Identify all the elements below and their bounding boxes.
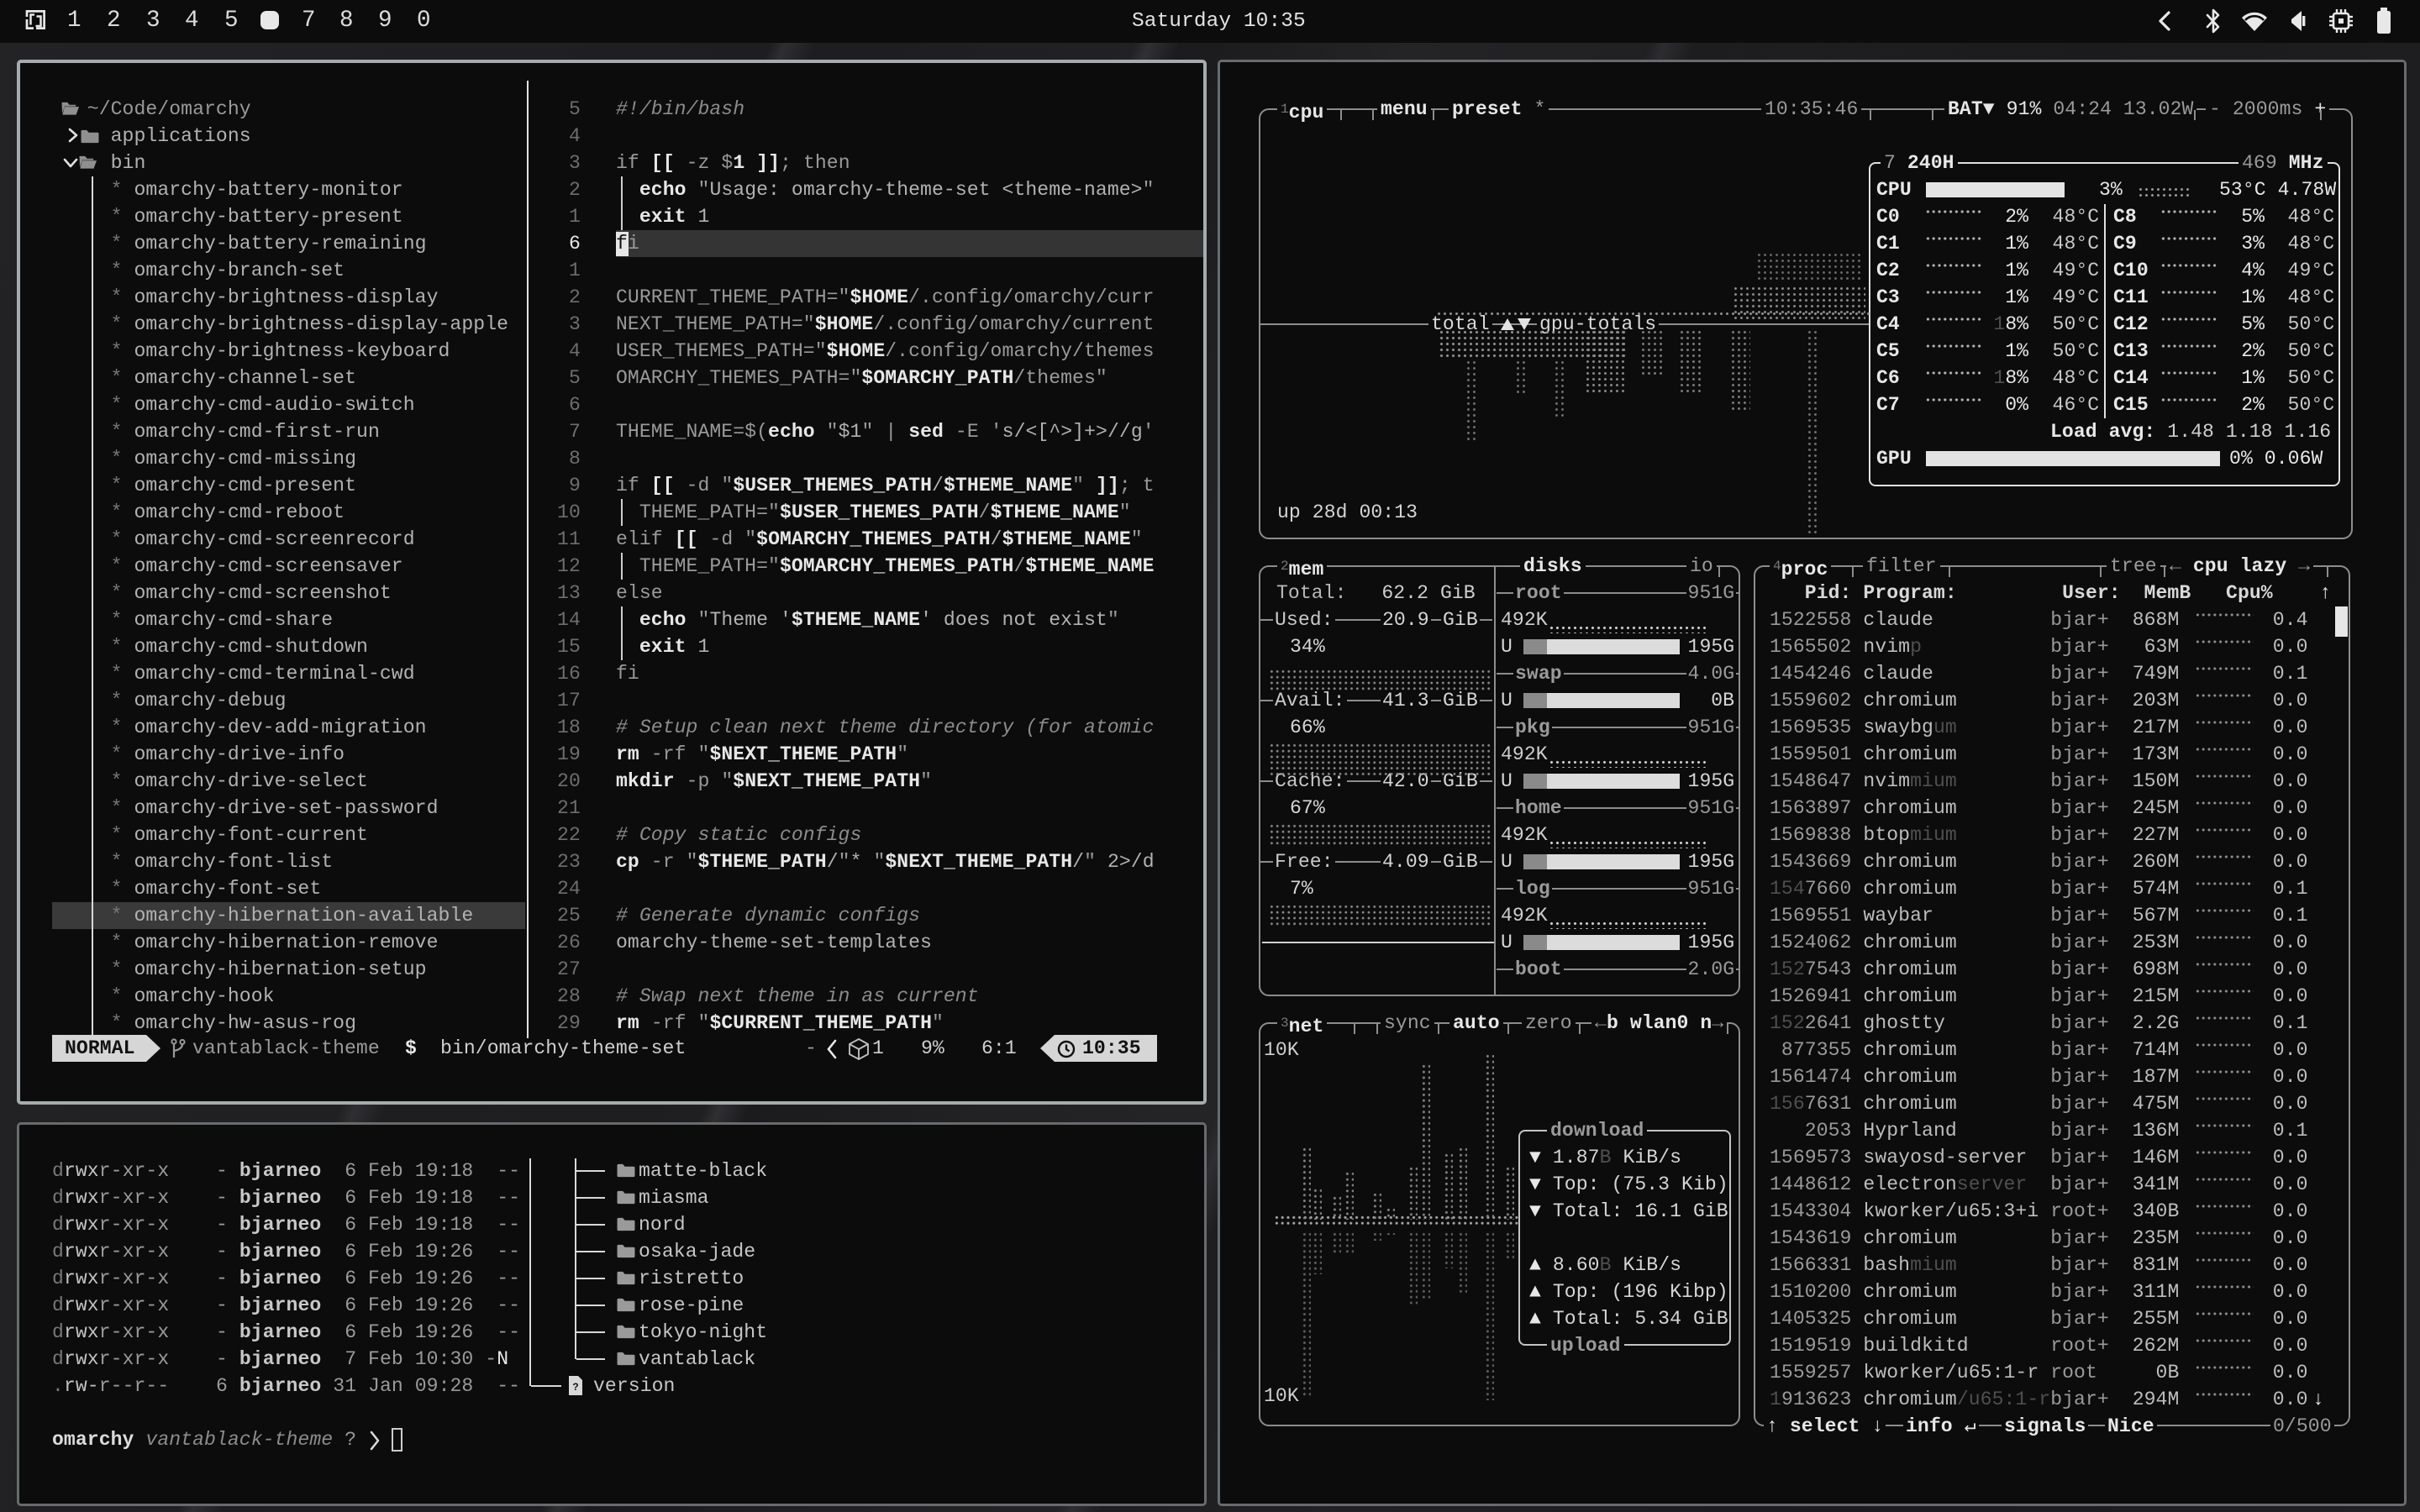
svg-text:?: ? [572, 1381, 578, 1393]
